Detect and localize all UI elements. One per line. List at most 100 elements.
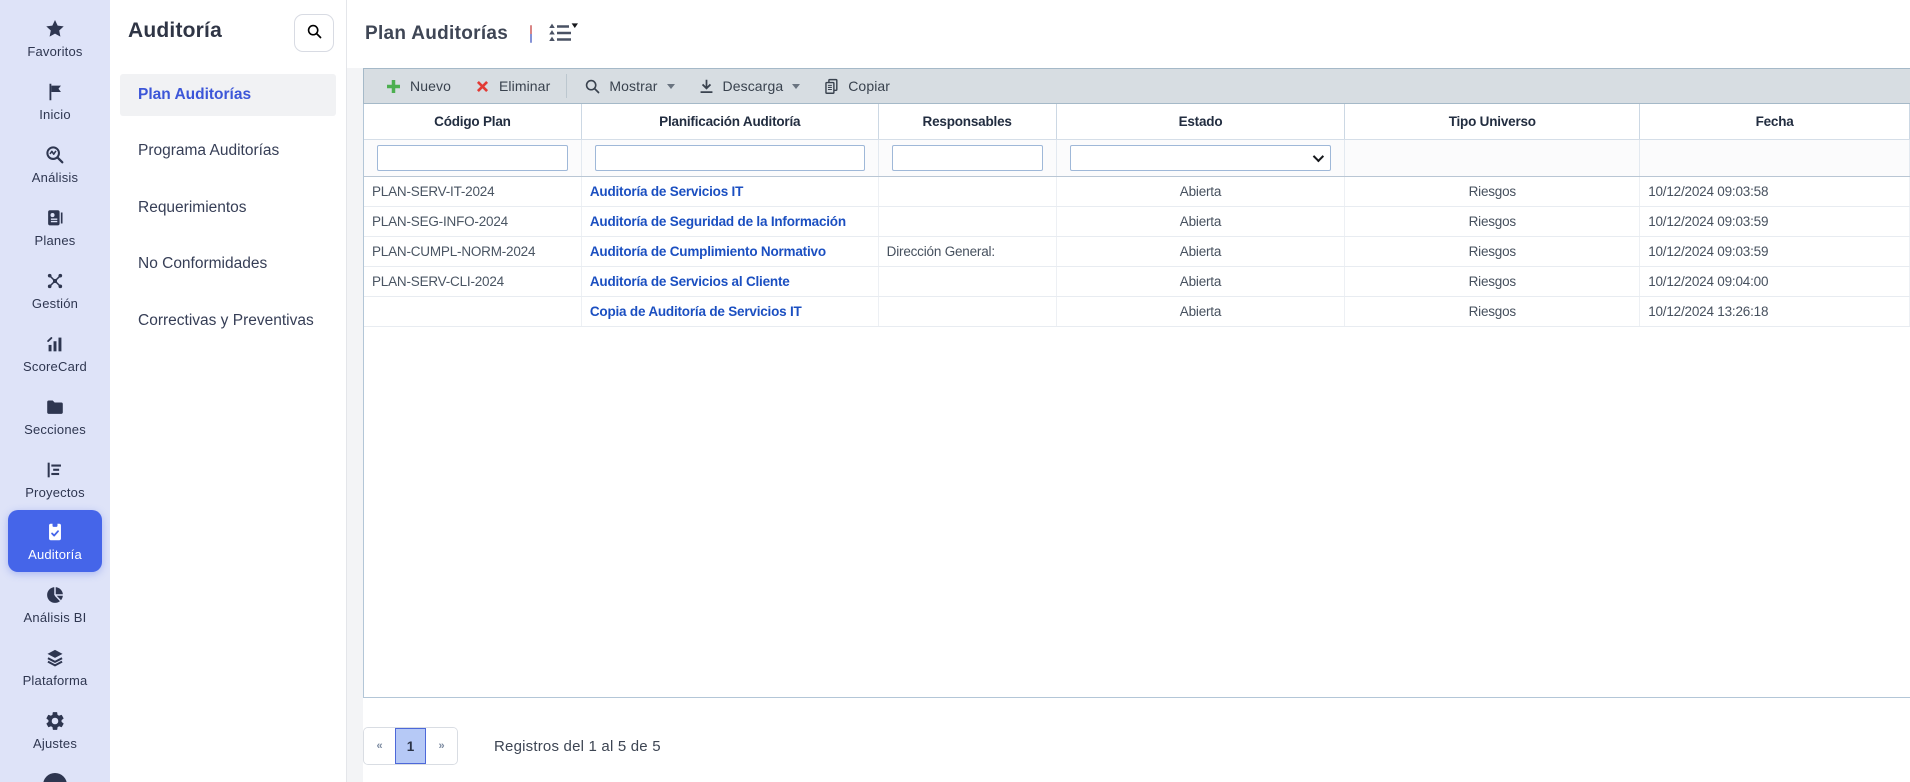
rail-item-proyectos[interactable]: Proyectos [0,447,110,510]
chevron-down-icon [792,83,801,89]
sidebar-item-programa-auditorias[interactable]: Programa Auditorías [120,130,336,172]
filter-select-estado[interactable] [1069,145,1332,171]
clipboard-check-icon [43,520,67,544]
filter-input-codigo-plan[interactable] [377,145,568,171]
network-icon [43,269,67,293]
rail-item-ajustes[interactable]: Ajustes [0,698,110,761]
rail-item-label: Ajustes [32,735,78,751]
sidebar-item-plan-auditorias[interactable]: Plan Auditorías [120,74,336,117]
rail-item-inicio[interactable]: Inicio [0,69,110,132]
table-row[interactable]: PLAN-SEG-INFO-2024 Auditoría de Seguridad… [364,207,1910,237]
page-title: Plan Auditorías [365,23,509,44]
toolbar-button-label: Descarga [722,78,784,94]
cell-responsables [879,267,1057,296]
next-page-button[interactable]: » [426,728,457,764]
rail-item-analisis-bi[interactable]: Análisis BI [0,572,110,635]
table-row[interactable]: PLAN-CUMPL-NORM-2024 Auditoría de Cumplim… [364,237,1910,267]
page-number-button[interactable]: 1 [395,728,426,764]
cell-responsables [879,207,1057,236]
column-header-codigo-plan[interactable]: Código Plan [364,104,582,139]
sidebar-menu: Plan Auditorías Programa Auditorías Requer… [110,74,346,342]
column-header-estado[interactable]: Estado [1057,104,1346,139]
filter-cell-fecha [1640,140,1910,176]
sidebar-search-button[interactable] [294,14,334,52]
filter-cell-estado [1057,140,1346,176]
gear-icon [43,709,67,733]
rail-item-label: Auditoría [28,547,82,562]
rail-item-secciones[interactable]: Secciones [0,384,110,447]
copiar-button[interactable]: Copiar [812,72,900,101]
barchart-icon [43,332,67,356]
column-header-tipo-universo[interactable]: Tipo Universo [1345,104,1641,139]
page-group: « 1 » [363,727,458,765]
plan-link[interactable]: Auditoría de Cumplimiento Normativo [590,244,826,259]
rail-item-label: Gestión [31,295,79,311]
cell-estado: Abierta [1057,297,1346,326]
rail-item-label: Inicio [39,106,71,122]
cell-codigo-plan: PLAN-CUMPL-NORM-2024 [364,237,582,266]
nuevo-button[interactable]: Nuevo [374,72,461,101]
rail-item-gestion[interactable]: Gestión [0,258,110,321]
rail-items: Favoritos Inicio Análisis Planes Gestión… [0,0,110,761]
plans-icon [43,206,67,230]
toolbar-button-label: Eliminar [498,78,551,94]
rail-item-label: Favoritos [27,43,83,59]
grid-toolbar: Nuevo Eliminar Mostrar Descarga Copiar [363,68,1910,104]
cell-codigo-plan: PLAN-SERV-IT-2024 [364,177,582,206]
table-row[interactable]: PLAN-SERV-CLI-2024 Auditoría de Servicios… [364,267,1910,297]
view-selector-button[interactable] [546,20,580,49]
plan-link[interactable]: Copia de Auditoría de Servicios IT [590,304,802,319]
rail-item-label: Proyectos [25,484,85,500]
eliminar-button[interactable]: Eliminar [463,72,560,101]
cell-fecha: 10/12/2024 09:03:59 [1640,207,1910,236]
mostrar-button[interactable]: Mostrar [573,72,684,101]
column-header-responsables[interactable]: Responsables [879,104,1057,139]
rail-item-plataforma[interactable]: Plataforma [0,635,110,698]
column-header-planificacion-auditoria[interactable]: Planificación Auditoría [582,104,879,139]
table-row[interactable]: PLAN-SERV-IT-2024 Auditoría de Servicios … [364,177,1910,207]
sidebar-title: Auditoría [128,19,222,42]
filter-cell-responsables [879,140,1057,176]
folder-icon [43,395,67,419]
sidebar-item-no-conformidades[interactable]: No Conformidades [120,243,336,285]
column-header-fecha[interactable]: Fecha [1640,104,1910,139]
rail-item-analisis[interactable]: Análisis [0,132,110,195]
rail-item-auditoria[interactable]: Auditoría [8,510,102,572]
filter-input-responsables[interactable] [891,145,1043,171]
sidebar-item-correctivas-y-preventivas[interactable]: Correctivas y Preventivas [120,300,336,342]
app-rail: Favoritos Inicio Análisis Planes Gestión… [0,0,110,782]
account-icon[interactable] [43,773,67,782]
cell-tipo-universo: Riesgos [1345,267,1641,296]
filter-cell-tipo-universo [1345,140,1641,176]
cell-estado: Abierta [1057,267,1346,296]
rail-item-favoritos[interactable]: Favoritos [0,6,110,69]
cell-fecha: 10/12/2024 09:03:58 [1640,177,1910,206]
toolbar-button-label: Mostrar [609,78,658,94]
toolbar-button-label: Nuevo [410,78,451,94]
prev-page-button[interactable]: « [364,728,395,764]
table-row[interactable]: Copia de Auditoría de Servicios IT Abiert… [364,297,1910,327]
flag-icon [43,80,67,104]
plan-link[interactable]: Auditoría de Seguridad de la Información [590,214,846,229]
records-summary: Registros del 1 al 5 de 5 [494,737,661,755]
cell-codigo-plan: PLAN-SERV-CLI-2024 [364,267,582,296]
sidebar-item-requerimientos[interactable]: Requerimientos [120,187,336,229]
list-view-icon [548,22,579,47]
rail-item-planes[interactable]: Planes [0,195,110,258]
cell-codigo-plan [364,297,582,326]
plan-link[interactable]: Auditoría de Servicios IT [590,184,743,199]
content-gutter [347,68,363,782]
cell-tipo-universo: Riesgos [1345,207,1641,236]
cell-fecha: 10/12/2024 13:26:18 [1640,297,1910,326]
cell-estado: Abierta [1057,177,1346,206]
cell-tipo-universo: Riesgos [1345,177,1641,206]
plan-link[interactable]: Auditoría de Servicios al Cliente [590,274,790,289]
filter-cell-planificacion-auditoria [582,140,879,176]
audit-plan-grid: Código Plan Planificación Auditoría Respon… [363,104,1910,698]
filter-input-planificacion-auditoria[interactable] [594,145,865,171]
gantt-icon [43,458,67,482]
rail-item-scorecard[interactable]: ScoreCard [0,321,110,384]
descarga-button[interactable]: Descarga [687,72,811,101]
magnifier-icon [583,77,602,96]
rail-item-label: Plataforma [22,672,88,688]
